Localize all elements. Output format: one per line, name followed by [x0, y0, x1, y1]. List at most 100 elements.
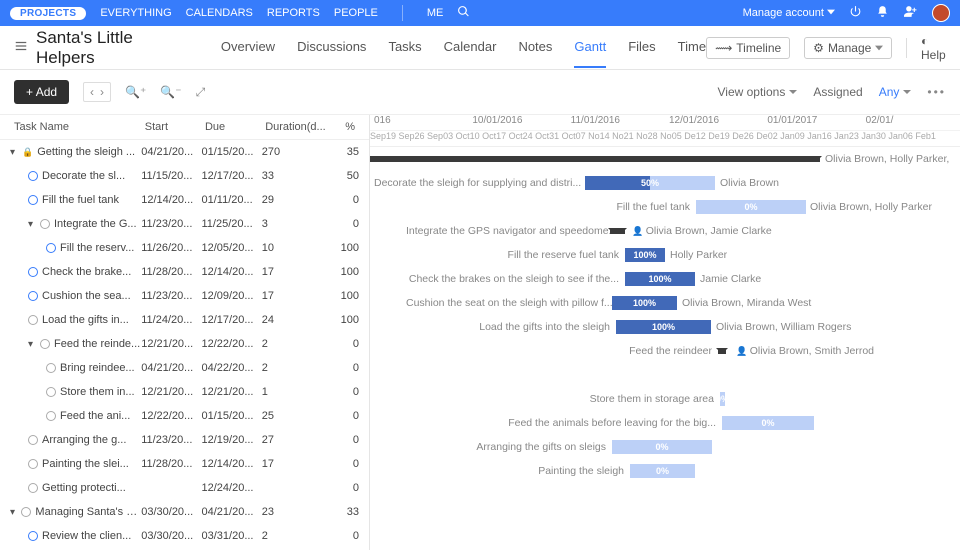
status-circle-icon[interactable]	[21, 507, 31, 517]
chevron-down-icon[interactable]: ▾	[28, 339, 36, 350]
gantt-bar[interactable]: 50%	[585, 176, 715, 190]
add-user-icon[interactable]	[903, 5, 918, 21]
task-row[interactable]: Check the brake...11/28/20...12/14/20...…	[0, 260, 369, 284]
status-circle-icon[interactable]	[28, 315, 38, 325]
status-circle-icon[interactable]	[28, 531, 38, 541]
avatar[interactable]	[932, 4, 950, 22]
gantt-bar[interactable]: 0%	[630, 464, 695, 478]
gantt-row[interactable]: Arranging the gifts on sleigs0%	[370, 435, 960, 459]
gantt-row[interactable]: Fill the fuel tank0%Olivia Brown, Holly …	[370, 195, 960, 219]
gantt-row[interactable]: Load the gifts into the sleigh100%Olivia…	[370, 315, 960, 339]
gantt-row[interactable]	[370, 531, 960, 550]
status-circle-icon[interactable]	[46, 411, 56, 421]
bell-icon[interactable]	[876, 5, 889, 21]
gantt-row[interactable]: Feed the reindeer👤 Olivia Brown, Smith J…	[370, 339, 960, 363]
nav-projects[interactable]: PROJECTS	[10, 7, 86, 20]
col-start[interactable]: Start	[141, 119, 201, 135]
gantt-bar[interactable]: 0%	[696, 200, 806, 214]
status-circle-icon[interactable]	[46, 363, 56, 373]
nav-calendars[interactable]: CALENDARS	[186, 7, 253, 19]
add-button[interactable]: + Add	[14, 80, 69, 104]
gantt-bar[interactable]: 100%	[612, 296, 677, 310]
manage-account-dropdown[interactable]: Manage account	[743, 7, 835, 19]
gantt-row[interactable]: Check the brakes on the sleigh to see if…	[370, 267, 960, 291]
task-row[interactable]: Feed the ani...12/22/20...01/15/20...250	[0, 404, 369, 428]
chevron-down-icon[interactable]: ▾	[28, 219, 36, 230]
prev-icon[interactable]: ‹	[90, 85, 94, 99]
gantt-bar[interactable]: 0%	[722, 416, 814, 430]
gantt-bar[interactable]: 100%	[625, 248, 665, 262]
col-due[interactable]: Due	[201, 119, 261, 135]
gantt-row[interactable]: Store them in storage area0%	[370, 387, 960, 411]
status-circle-icon[interactable]	[28, 483, 38, 493]
zoom-in-icon[interactable]: 🔍⁺	[125, 85, 146, 99]
task-row[interactable]: Arranging the g...11/23/20...12/19/20...…	[0, 428, 369, 452]
status-circle-icon[interactable]	[46, 387, 56, 397]
zoom-out-icon[interactable]: 🔍⁻	[160, 85, 181, 99]
gantt-summary-bar[interactable]	[718, 348, 726, 354]
gantt-row[interactable]: Olivia Brown, Holly Parker,	[370, 147, 960, 171]
task-row[interactable]: Bring reindee...04/21/20...04/22/20...20	[0, 356, 369, 380]
task-row[interactable]: Load the gifts in...11/24/20...12/17/20.…	[0, 308, 369, 332]
search-icon[interactable]	[457, 5, 470, 21]
gantt-row[interactable]: Integrate the GPS navigator and speedome…	[370, 219, 960, 243]
task-row[interactable]: Decorate the sl...11/15/20...12/17/20...…	[0, 164, 369, 188]
col-duration[interactable]: Duration(d...	[261, 119, 330, 135]
status-circle-icon[interactable]	[28, 291, 38, 301]
task-row[interactable]: Getting protecti...12/24/20...0	[0, 476, 369, 500]
gantt-bar[interactable]: 0%	[612, 440, 712, 454]
tab-time[interactable]: Time	[678, 27, 706, 68]
view-options-dropdown[interactable]: View options	[718, 85, 798, 99]
gantt-row[interactable]: Fill the reserve fuel tank100%Holly Park…	[370, 243, 960, 267]
task-row[interactable]: Fill the fuel tank12/14/20...01/11/20...…	[0, 188, 369, 212]
gantt-row[interactable]	[370, 507, 960, 531]
gantt-row[interactable]: Feed the animals before leaving for the …	[370, 411, 960, 435]
task-row[interactable]: Review the clien...03/30/20...03/31/20..…	[0, 524, 369, 548]
chevron-down-icon[interactable]: ▾	[10, 507, 17, 518]
status-circle-icon[interactable]	[28, 459, 38, 469]
col-percent[interactable]: %	[330, 119, 359, 135]
nav-everything[interactable]: EVERYTHING	[100, 7, 171, 19]
tab-calendar[interactable]: Calendar	[444, 27, 497, 68]
power-icon[interactable]	[849, 5, 862, 21]
task-row[interactable]: ▾Feed the reinde...12/21/20...12/22/20..…	[0, 332, 369, 356]
timeline-button[interactable]: ⟿ Timeline	[706, 37, 790, 59]
next-icon[interactable]: ›	[100, 85, 104, 99]
gantt-row[interactable]: Decorate the sleigh for supplying and di…	[370, 171, 960, 195]
gantt-row[interactable]: Painting the sleigh0%	[370, 459, 960, 483]
status-circle-icon[interactable]	[28, 171, 38, 181]
gantt-row[interactable]	[370, 483, 960, 507]
task-row[interactable]: ▾Managing Santa's we...03/30/20...04/21/…	[0, 500, 369, 524]
tab-gantt[interactable]: Gantt	[574, 27, 606, 68]
gantt-row[interactable]: Cushion the seat on the sleigh with pill…	[370, 291, 960, 315]
status-circle-icon[interactable]	[46, 243, 56, 253]
chevron-down-icon[interactable]: ▾	[10, 147, 18, 158]
task-row[interactable]: Store them in...12/21/20...12/21/20...10	[0, 380, 369, 404]
tab-tasks[interactable]: Tasks	[388, 27, 421, 68]
gantt-bar[interactable]: 100%	[625, 272, 695, 286]
hamburger-icon[interactable]	[14, 38, 28, 58]
tab-notes[interactable]: Notes	[518, 27, 552, 68]
task-row[interactable]: Cushion the sea...11/23/20...12/09/20...…	[0, 284, 369, 308]
task-row[interactable]: Fill the reserv...11/26/20...12/05/20...…	[0, 236, 369, 260]
gantt-row[interactable]	[370, 363, 960, 387]
more-icon[interactable]: •••	[927, 85, 946, 99]
nav-me[interactable]: ME	[427, 7, 444, 19]
gantt-bar[interactable]: 100%	[616, 320, 711, 334]
task-row[interactable]: ▾Integrate the G...11/23/20...11/25/20..…	[0, 212, 369, 236]
assigned-filter-dropdown[interactable]: Any	[879, 85, 912, 99]
help-button[interactable]: ◐ Help	[921, 34, 946, 62]
col-task-name[interactable]: Task Name	[10, 119, 141, 135]
gantt-summary-bar[interactable]	[370, 156, 820, 162]
status-circle-icon[interactable]	[40, 219, 50, 229]
gantt-summary-bar[interactable]	[610, 228, 625, 234]
tab-files[interactable]: Files	[628, 27, 655, 68]
nav-people[interactable]: PEOPLE	[334, 7, 378, 19]
expand-icon[interactable]: ⤢	[196, 85, 206, 100]
task-row[interactable]: Painting the slei...11/28/20...12/14/20.…	[0, 452, 369, 476]
status-circle-icon[interactable]	[28, 267, 38, 277]
gantt-chart-panel[interactable]: 01610/01/201611/01/201612/01/201601/01/2…	[370, 115, 960, 550]
gantt-bar[interactable]: 0%	[720, 392, 725, 406]
status-circle-icon[interactable]	[28, 195, 38, 205]
manage-button[interactable]: ⚙ Manage	[804, 37, 892, 59]
